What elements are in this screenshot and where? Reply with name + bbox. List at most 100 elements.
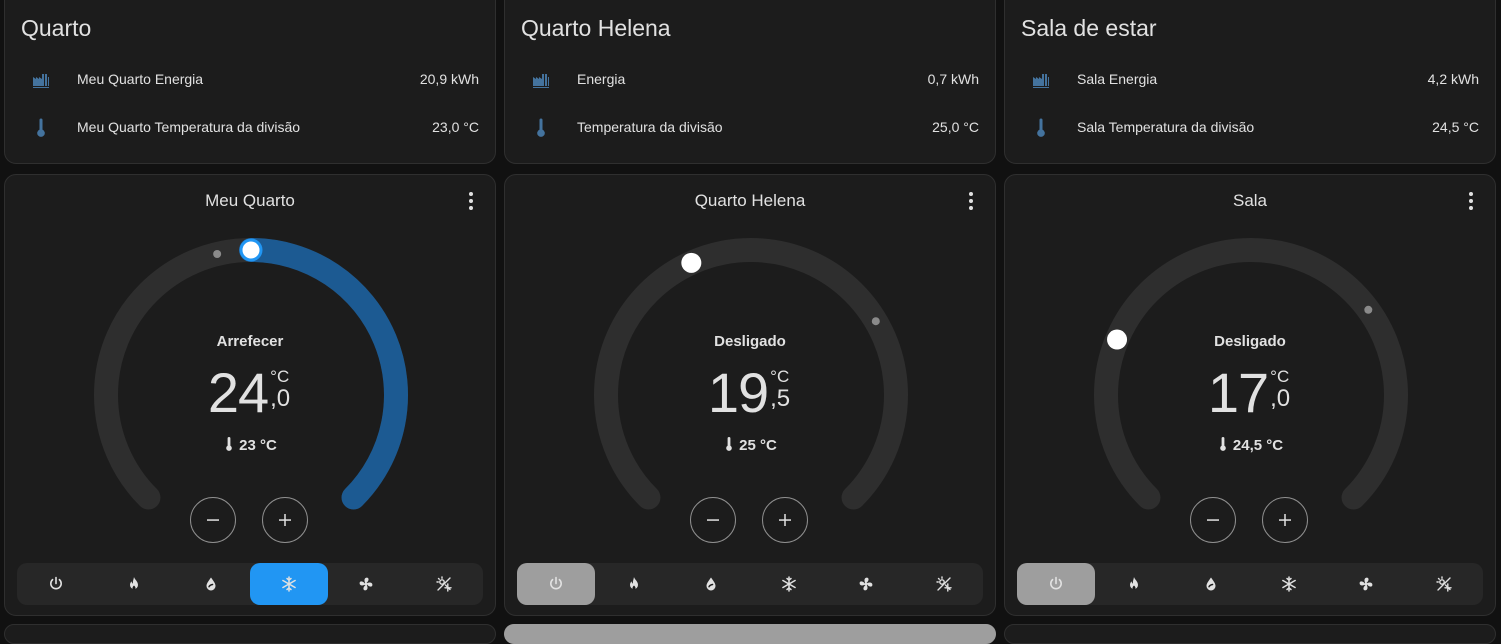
hvac-mode-auto-button[interactable]	[405, 563, 483, 605]
water-drop-icon	[706, 577, 716, 591]
water-drop-icon	[206, 577, 216, 591]
thermostat-name: Meu Quarto	[205, 191, 295, 210]
target-temperature-decimal: ,0	[270, 385, 291, 412]
entity-name: Sala Energia	[1077, 71, 1158, 87]
flame-icon	[129, 577, 138, 590]
target-temperature-decimal: ,5	[770, 385, 791, 412]
hvac-action-label: Desligado	[714, 333, 786, 350]
entity-value: 25,0 °C	[932, 119, 979, 135]
hvac-mode-dry-button[interactable]	[672, 563, 750, 605]
current-temperature-value: 23 °C	[239, 437, 277, 454]
current-temperature-marker	[1364, 305, 1373, 314]
target-temperature-integer: 17	[1207, 361, 1269, 424]
entity-name: Energia	[577, 71, 626, 87]
water-drop-icon	[1206, 577, 1216, 591]
current-temperature-marker	[871, 317, 880, 326]
increase-temperature-button[interactable]	[762, 497, 808, 543]
power-icon	[550, 576, 562, 590]
target-temperature: 19 °C ,5	[505, 363, 995, 423]
hvac-mode-heat-button[interactable]	[95, 563, 173, 605]
thermometer-icon	[726, 437, 732, 451]
entity-row-energy[interactable]: Meu Quarto Energia 20,9 kWh	[5, 60, 495, 100]
hvac-mode-dry-button[interactable]	[172, 563, 250, 605]
snowflake-icon	[281, 576, 296, 592]
hvac-mode-dry-button[interactable]	[1172, 563, 1250, 605]
hvac-mode-cool-button[interactable]	[1250, 563, 1328, 605]
factory-icon	[33, 74, 49, 88]
hvac-mode-heat-button[interactable]	[595, 563, 673, 605]
entity-name: Meu Quarto Temperatura da divisão	[77, 119, 301, 135]
current-temperature: 24,5 °C	[1005, 437, 1495, 454]
flame-icon	[629, 577, 638, 590]
plus-icon	[279, 514, 291, 526]
target-temperature-integer: 19	[707, 361, 769, 424]
target-temperature: 17 °C ,0	[1005, 363, 1495, 423]
sun-snowflake-icon	[936, 576, 952, 592]
target-temperature-handle	[681, 252, 702, 273]
increase-temperature-button[interactable]	[262, 497, 308, 543]
target-temperature-unit: °C	[770, 367, 790, 386]
hvac-mode-heat-button[interactable]	[1095, 563, 1173, 605]
more-options-icon[interactable]	[459, 189, 483, 213]
factory-icon	[533, 74, 549, 88]
hvac-mode-auto-button[interactable]	[905, 563, 983, 605]
current-temperature: 23 °C	[5, 437, 495, 454]
plus-icon	[779, 514, 791, 526]
more-options-icon[interactable]	[1459, 189, 1483, 213]
thermometer-icon	[1220, 437, 1226, 451]
card-title: Quarto	[21, 15, 92, 41]
hvac-mode-fan-only-button[interactable]	[827, 563, 905, 605]
hvac-mode-off-button[interactable]	[1017, 563, 1095, 605]
entity-value: 20,9 kWh	[419, 71, 479, 87]
current-temperature-value: 24,5 °C	[1232, 437, 1284, 454]
fan-icon	[859, 577, 873, 591]
hvac-mode-off-button[interactable]	[17, 563, 95, 605]
entity-value: 23,0 °C	[432, 119, 479, 135]
minus-icon	[707, 519, 719, 521]
target-temperature-integer: 24	[207, 361, 269, 424]
fan-icon	[1359, 577, 1373, 591]
thermometer-icon	[1037, 118, 1045, 137]
area-card-quarto: Quarto Meu Quarto Energia 20,9 kWh Meu Q…	[4, 0, 496, 164]
hvac-mode-bar	[17, 563, 483, 605]
increase-temperature-button[interactable]	[1262, 497, 1308, 543]
hvac-mode-cool-button[interactable]	[750, 563, 828, 605]
card-title: Sala de estar	[1021, 15, 1157, 41]
entity-row-energy[interactable]: Sala Energia 4,2 kWh	[1005, 60, 1495, 100]
more-options-icon[interactable]	[959, 189, 983, 213]
hvac-mode-cool-button[interactable]	[249, 563, 328, 605]
thermometer-icon	[226, 437, 232, 451]
target-temperature-decimal: ,0	[1270, 385, 1291, 412]
entity-row-temperature[interactable]: Sala Temperatura da divisão 24,5 °C	[1005, 108, 1495, 148]
entity-name: Sala Temperatura da divisão	[1077, 119, 1255, 135]
thermometer-icon	[37, 118, 45, 137]
entity-row-energy[interactable]: Energia 0,7 kWh	[505, 60, 995, 100]
thermometer-icon	[537, 118, 545, 137]
entity-name: Meu Quarto Energia	[77, 71, 204, 87]
entity-row-temperature[interactable]: Meu Quarto Temperatura da divisão 23,0 °…	[5, 108, 495, 148]
hvac-mode-auto-button[interactable]	[1405, 563, 1483, 605]
decrease-temperature-button[interactable]	[1190, 497, 1236, 543]
hvac-mode-off-button[interactable]	[517, 563, 595, 605]
decrease-temperature-button[interactable]	[690, 497, 736, 543]
current-temperature: 25 °C	[505, 437, 995, 454]
hvac-mode-fan-only-button[interactable]	[1327, 563, 1405, 605]
area-card-sala-de-estar: Sala de estar Sala Energia 4,2 kWh Sala …	[1004, 0, 1496, 164]
hvac-action-label: Desligado	[1214, 333, 1286, 350]
fan-icon	[359, 577, 373, 591]
hvac-mode-fan-only-button[interactable]	[327, 563, 405, 605]
entity-row-temperature[interactable]: Temperatura da divisão 25,0 °C	[505, 108, 995, 148]
thermostat-name: Sala	[1232, 191, 1268, 210]
power-icon	[50, 576, 62, 590]
target-temperature-unit: °C	[1270, 367, 1290, 386]
target-temperature-unit: °C	[270, 367, 290, 386]
sun-snowflake-icon	[436, 576, 452, 592]
entity-name: Temperatura da divisão	[577, 119, 723, 135]
next-card	[1004, 624, 1496, 644]
thermostat-card-meu-quarto: Meu Quarto Arrefecer 24 °C ,0 23 °C	[4, 174, 496, 616]
entity-value: 4,2 kWh	[1427, 71, 1479, 87]
plus-icon	[1279, 514, 1291, 526]
current-temperature-marker	[213, 250, 222, 259]
decrease-temperature-button[interactable]	[190, 497, 236, 543]
hvac-action-label: Arrefecer	[216, 333, 284, 350]
